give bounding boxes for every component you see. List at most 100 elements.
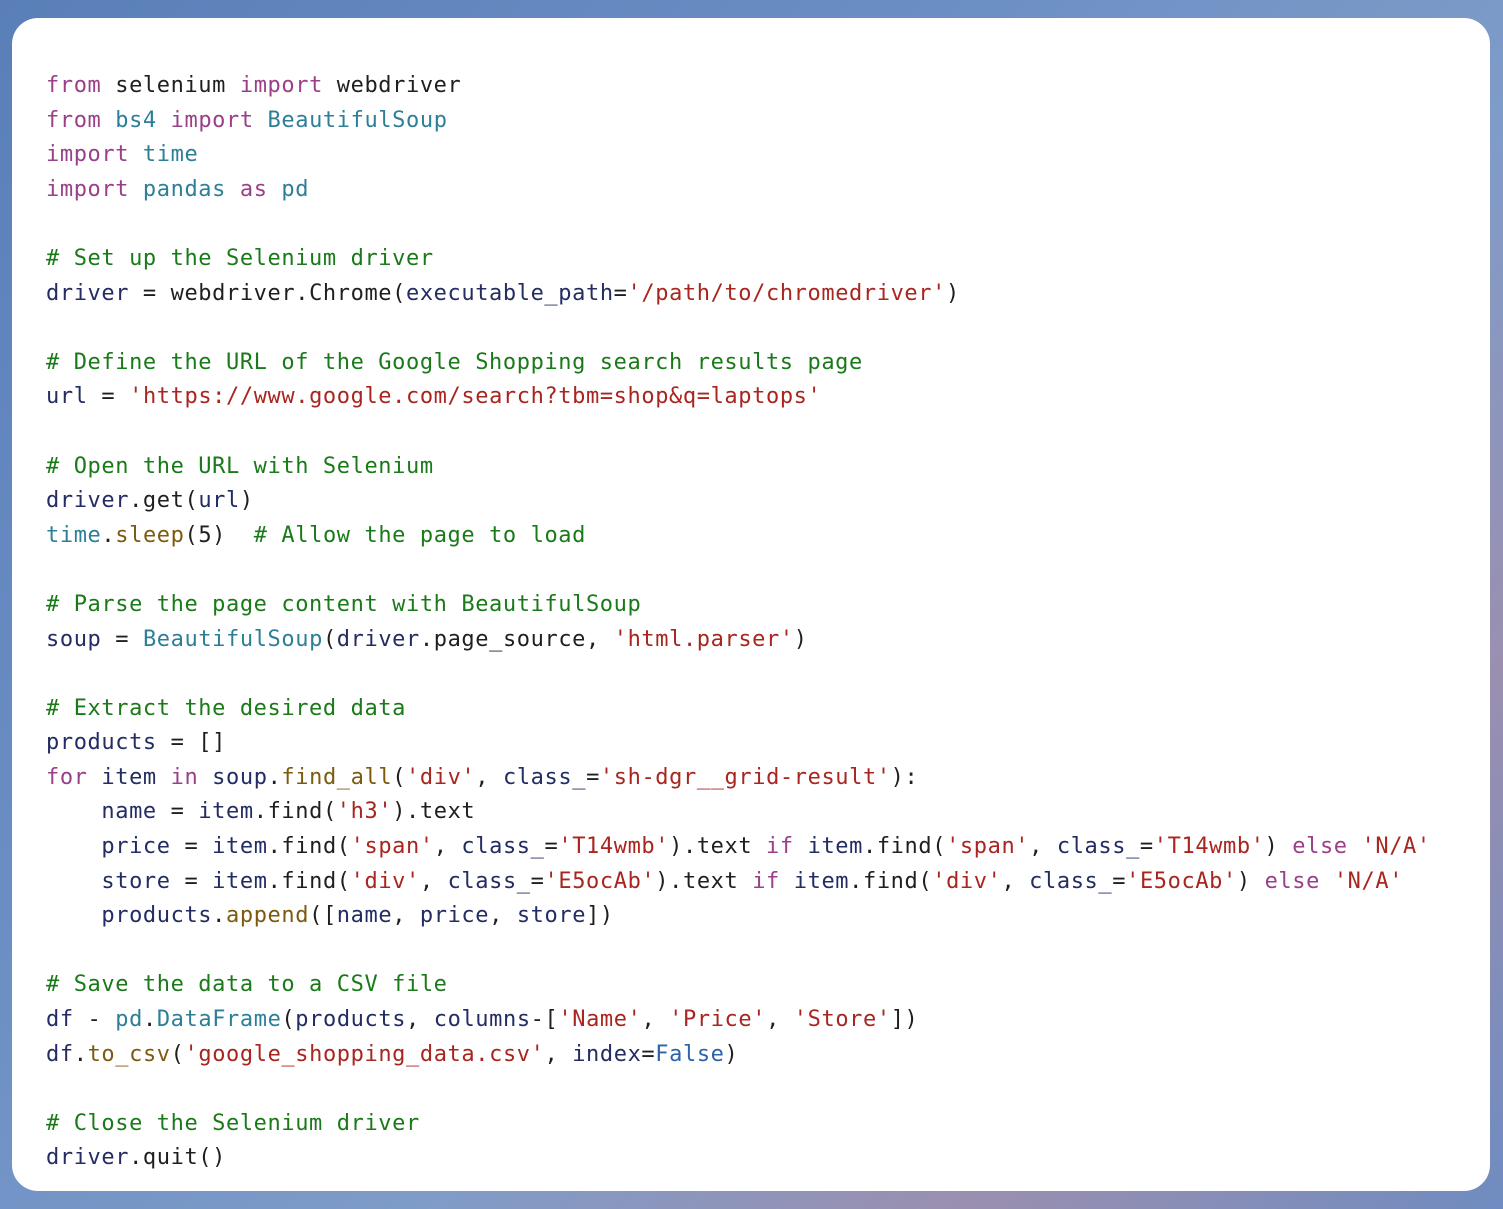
code-token: 'div' — [350, 868, 420, 894]
code-token: # Parse the page content with BeautifulS… — [46, 591, 642, 617]
code-token: 'N/A' — [1361, 834, 1431, 860]
code-line: ​ — [46, 657, 1490, 692]
code-token: , — [392, 903, 420, 929]
code-token: (5) — [184, 522, 254, 548]
code-line: from selenium import webdriver — [46, 69, 1490, 104]
code-line: import pandas as pd — [46, 173, 1490, 208]
code-line: for item in soup.find_all('div', class_=… — [46, 761, 1490, 796]
code-token: # Extract the desired data — [46, 695, 406, 721]
code-token: products — [101, 903, 213, 929]
code-token: df — [46, 1007, 74, 1033]
code-token: # Save the data to a CSV file — [46, 972, 448, 998]
code-line: name = item.find('h3').text — [46, 795, 1490, 830]
code-token: , — [475, 764, 503, 790]
code-token: = — [586, 764, 600, 790]
code-token: ) — [1236, 868, 1265, 894]
code-token: , — [1001, 868, 1030, 894]
code-line: price = item.find('span', class_='T14wmb… — [46, 830, 1490, 865]
code-token: 'Price' — [669, 1007, 767, 1033]
code-token: ) — [793, 626, 808, 652]
code-token: time — [129, 142, 199, 168]
code-line: ​ — [46, 934, 1490, 969]
code-token: 'span' — [946, 834, 1030, 860]
code-token: item — [793, 834, 863, 860]
code-token: = — [170, 834, 213, 860]
code-line: from bs4 import BeautifulSoup — [46, 104, 1490, 139]
code-token: soup — [46, 626, 102, 652]
code-token: = [] — [156, 730, 226, 756]
code-token: BeautifulSoup — [253, 107, 448, 133]
code-token: 'https://www.google.com/search?tbm=shop&… — [129, 384, 822, 410]
code-line: store = item.find('div', class_='E5ocAb'… — [46, 865, 1490, 900]
code-token: index — [572, 1041, 642, 1067]
code-token: - — [73, 1007, 116, 1033]
code-token: = — [156, 799, 199, 825]
code-token: .find( — [849, 868, 933, 894]
code-line: import time — [46, 138, 1490, 173]
code-token: # Define the URL of the Google Shopping … — [46, 349, 863, 375]
code-token: else — [1292, 834, 1348, 860]
code-token: in — [170, 764, 199, 790]
code-line: df - pd.DataFrame(products, columns-['Na… — [46, 1003, 1490, 1038]
code-token: 'E5ocAb' — [1126, 868, 1237, 894]
code-token: ( — [392, 764, 407, 790]
code-token: name — [101, 799, 157, 825]
code-token: 'T14wmb' — [1153, 834, 1265, 860]
code-line: # Parse the page content with BeautifulS… — [46, 588, 1490, 623]
code-token: BeautifulSoup — [142, 626, 323, 652]
code-token: 'Store' — [793, 1007, 891, 1033]
code-token: 'span' — [350, 834, 434, 860]
code-token: driver — [46, 1145, 130, 1171]
code-token: import — [46, 176, 130, 202]
code-token: .find( — [253, 799, 337, 825]
code-token: , — [433, 834, 462, 860]
code-token: class_ — [1056, 834, 1140, 860]
code-line: # Close the Selenium driver — [46, 1107, 1490, 1142]
code-line: driver = webdriver.Chrome(executable_pat… — [46, 277, 1490, 312]
code-token: ( — [170, 1041, 185, 1067]
code-token: webdriver — [322, 73, 462, 98]
code-token: , — [489, 903, 517, 929]
code-line: products.append([name, price, store]) — [46, 899, 1490, 934]
code-token: df — [46, 1041, 74, 1067]
code-token: pandas — [129, 176, 240, 202]
code-block[interactable]: from selenium import webdriver from bs4 i… — [46, 69, 1490, 1176]
code-token: 'div' — [932, 868, 1002, 894]
code-token: ) — [945, 280, 960, 306]
code-token: item — [779, 868, 850, 894]
code-line: # Open the URL with Selenium — [46, 450, 1490, 485]
code-token: = — [530, 868, 545, 894]
code-token: from — [46, 73, 102, 98]
code-token: = — [613, 280, 628, 306]
code-token: , — [419, 868, 448, 894]
code-token: ).text — [392, 799, 476, 825]
code-token: class_ — [502, 764, 587, 790]
code-token: '/path/to/chromedriver' — [627, 280, 946, 306]
code-token: 'sh-dgr__grid-result' — [599, 764, 891, 790]
code-token: class_ — [461, 834, 545, 860]
code-token: price — [419, 903, 490, 929]
code-token: = — [1139, 834, 1154, 860]
code-token: if — [752, 868, 780, 894]
code-token: store — [101, 868, 171, 894]
code-token: .find( — [267, 834, 351, 860]
code-line: ​ — [46, 1072, 1490, 1107]
code-token: ([ — [309, 903, 337, 929]
code-token: find_all — [281, 764, 393, 790]
code-token: bs4 — [101, 107, 171, 133]
code-line: url = 'https://www.google.com/search?tbm… — [46, 380, 1490, 415]
code-token: products — [295, 1007, 407, 1033]
code-token: driver — [336, 626, 420, 652]
code-token: 'Name' — [558, 1007, 642, 1033]
code-token: 'google_shopping_data.csv' — [184, 1041, 545, 1067]
code-token: # Allow the page to load — [253, 522, 587, 548]
code-token: as — [239, 176, 268, 202]
code-token: 'E5ocAb' — [544, 868, 656, 894]
code-token: = — [544, 834, 559, 860]
code-token: item — [212, 834, 268, 860]
code-token: pd — [115, 1007, 143, 1033]
code-token: = — [641, 1041, 656, 1067]
